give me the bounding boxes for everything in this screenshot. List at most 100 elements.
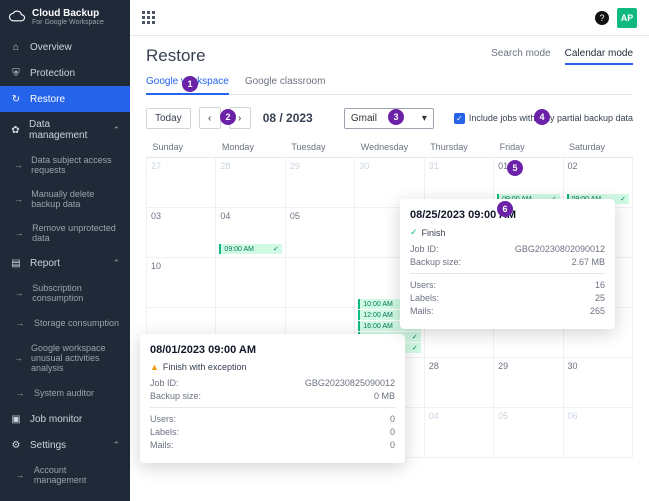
chevron-up-icon: ⌃	[112, 125, 120, 136]
calendar-cell[interactable]: 04	[424, 408, 493, 458]
sidebar-item-label: Remove unprotected data	[32, 223, 120, 243]
arrow-right-icon: →	[14, 193, 23, 205]
arrow-right-icon: →	[14, 227, 24, 239]
sidebar-subitem[interactable]: →Subscription consumption	[0, 276, 130, 310]
sidebar-item-label: Overview	[30, 42, 72, 53]
sidebar-item-label: Job monitor	[30, 414, 82, 425]
sidebar-subitem[interactable]: →Account management	[0, 458, 130, 492]
partial-checkbox[interactable]: ✓	[454, 113, 465, 124]
kv-row: Labels:0	[150, 427, 395, 437]
day-header: Wednesday	[355, 137, 424, 158]
tab-google-classroom[interactable]: Google classroom	[245, 70, 326, 94]
chevron-up-icon: ⌃	[112, 258, 120, 269]
partial-checkbox-label: Include jobs with only partial backup da…	[469, 113, 633, 123]
calendar-cell[interactable]: 05	[285, 208, 354, 258]
sidebar-item-label: Manually delete backup data	[31, 189, 120, 209]
annotation-4: 4	[534, 109, 550, 125]
mode-calendar[interactable]: Calendar mode	[565, 48, 633, 65]
check-icon: ✓	[620, 195, 626, 203]
help-icon[interactable]: ?	[595, 11, 609, 25]
check-icon: ✓	[273, 245, 279, 253]
annotation-6: 6	[497, 201, 513, 217]
calendar-cell[interactable]: 28	[216, 158, 285, 208]
kv-row: Mails:265	[410, 306, 605, 316]
calendar-cell[interactable]: 29	[285, 158, 354, 208]
sidebar-item-label: Protection	[30, 68, 75, 79]
sidebar-item-data-management[interactable]: ✿Data management⌃	[0, 112, 130, 148]
sidebar-item-label: Google workspace unusual activities anal…	[31, 343, 120, 373]
sidebar-item-job-monitor[interactable]: ▣Job monitor	[0, 406, 130, 432]
job-popover-left: 08/01/2023 09:00 AM ▲ Finish with except…	[140, 334, 405, 463]
apps-icon[interactable]	[142, 11, 156, 25]
prev-month-button[interactable]: ‹	[199, 107, 221, 129]
sidebar-item-label: Storage consumption	[34, 318, 119, 328]
brand-title: Cloud Backup	[32, 8, 99, 19]
sidebar-subitem[interactable]: →Data subject access requests	[0, 148, 130, 182]
source-select-value: Gmail	[351, 113, 377, 124]
arrow-right-icon: →	[14, 352, 23, 364]
month-label: 08 / 2023	[263, 111, 313, 125]
main: ? AP Restore Search mode Calendar mode G…	[130, 0, 649, 501]
avatar[interactable]: AP	[617, 8, 637, 28]
kv-row: Job ID:GBG20230802090012	[410, 244, 605, 254]
sidebar-item-report[interactable]: ▤ Report ⌃	[0, 250, 130, 276]
sidebar-subitem[interactable]: → Remove unprotected data	[0, 216, 130, 250]
sidebar-item-label: Restore	[30, 94, 65, 105]
calendar-cell[interactable]: 03	[147, 208, 216, 258]
mode-search[interactable]: Search mode	[491, 48, 550, 65]
sidebar-item-label: Data subject access requests	[31, 155, 120, 175]
calendar-cell[interactable]: 28	[424, 358, 493, 408]
calendar-cell[interactable]: 27	[147, 158, 216, 208]
check-icon: ✓	[412, 333, 418, 341]
sidebar-subitem[interactable]: →General	[0, 492, 130, 501]
day-header: Friday	[494, 137, 563, 158]
chart-icon: ▤	[10, 257, 22, 269]
kv-row: Backup size:0 MB	[150, 391, 395, 401]
arrow-right-icon: →	[14, 287, 24, 299]
sidebar-item-label: Report	[30, 258, 60, 269]
sidebar-item-protection[interactable]: ⛨ Protection	[0, 60, 130, 86]
arrow-right-icon: →	[14, 469, 26, 481]
sidebar-subitem[interactable]: →System auditor	[0, 380, 130, 406]
job-chip[interactable]: 09:00 AM✓	[219, 244, 281, 254]
calendar-cell[interactable]: 30	[563, 358, 632, 408]
sidebar-item-settings[interactable]: ⚙ Settings ⌃	[0, 432, 130, 458]
sidebar-item-overview[interactable]: ⌂Overview	[0, 34, 130, 60]
calendar-cell[interactable]: 0409:00 AM✓	[216, 208, 285, 258]
topbar: ? AP	[130, 0, 649, 36]
page-title: Restore	[146, 46, 206, 66]
chevron-up-icon: ⌃	[112, 440, 120, 451]
kv-row: Users:0	[150, 414, 395, 424]
today-button[interactable]: Today	[146, 108, 191, 129]
arrow-right-icon: →	[14, 317, 26, 329]
content: Restore Search mode Calendar mode Google…	[130, 36, 649, 501]
sidebar-subitem[interactable]: → Storage consumption	[0, 310, 130, 336]
calendar-cell[interactable]: 10	[147, 258, 216, 308]
sidebar-item-label: Settings	[30, 440, 66, 451]
calendar-cell[interactable]: 05	[494, 408, 563, 458]
calendar-cell[interactable]: 29	[494, 358, 563, 408]
sidebar-subitem[interactable]: → Google workspace unusual activities ana…	[0, 336, 130, 380]
sidebar-subitem[interactable]: → Manually delete backup data	[0, 182, 130, 216]
cloud-icon	[8, 10, 26, 24]
popover-title: 08/01/2023 09:00 AM	[150, 344, 395, 356]
day-header: Tuesday	[285, 137, 354, 158]
calendar-cell[interactable]	[216, 258, 285, 308]
kv-row: Backup size:2.67 MB	[410, 257, 605, 267]
restore-icon: ↻	[10, 93, 22, 105]
popover-status: Finish	[422, 228, 446, 238]
logo: Cloud Backup For Google Workspace	[0, 0, 130, 34]
shield-icon: ⛨	[10, 67, 22, 79]
nav: ⌂Overview ⛨ Protection ↻ Restore ✿Data manage…	[0, 34, 130, 501]
calendar-cell[interactable]	[285, 258, 354, 308]
day-header: Sunday	[147, 137, 216, 158]
sidebar-item-restore[interactable]: ↻ Restore	[0, 86, 130, 112]
kv-row: Job ID:GBG20230825090012	[150, 378, 395, 388]
kv-row: Mails:0	[150, 440, 395, 450]
job-popover-right: 08/25/2023 09:00 AM ✓ Finish Job ID:GBG2…	[400, 199, 615, 329]
popover-status: Finish with exception	[163, 362, 247, 372]
settings-icon: ⚙	[10, 439, 22, 451]
arrow-right-icon: →	[14, 387, 26, 399]
calendar-cell[interactable]: 06	[563, 408, 632, 458]
check-icon: ✓	[410, 227, 418, 238]
